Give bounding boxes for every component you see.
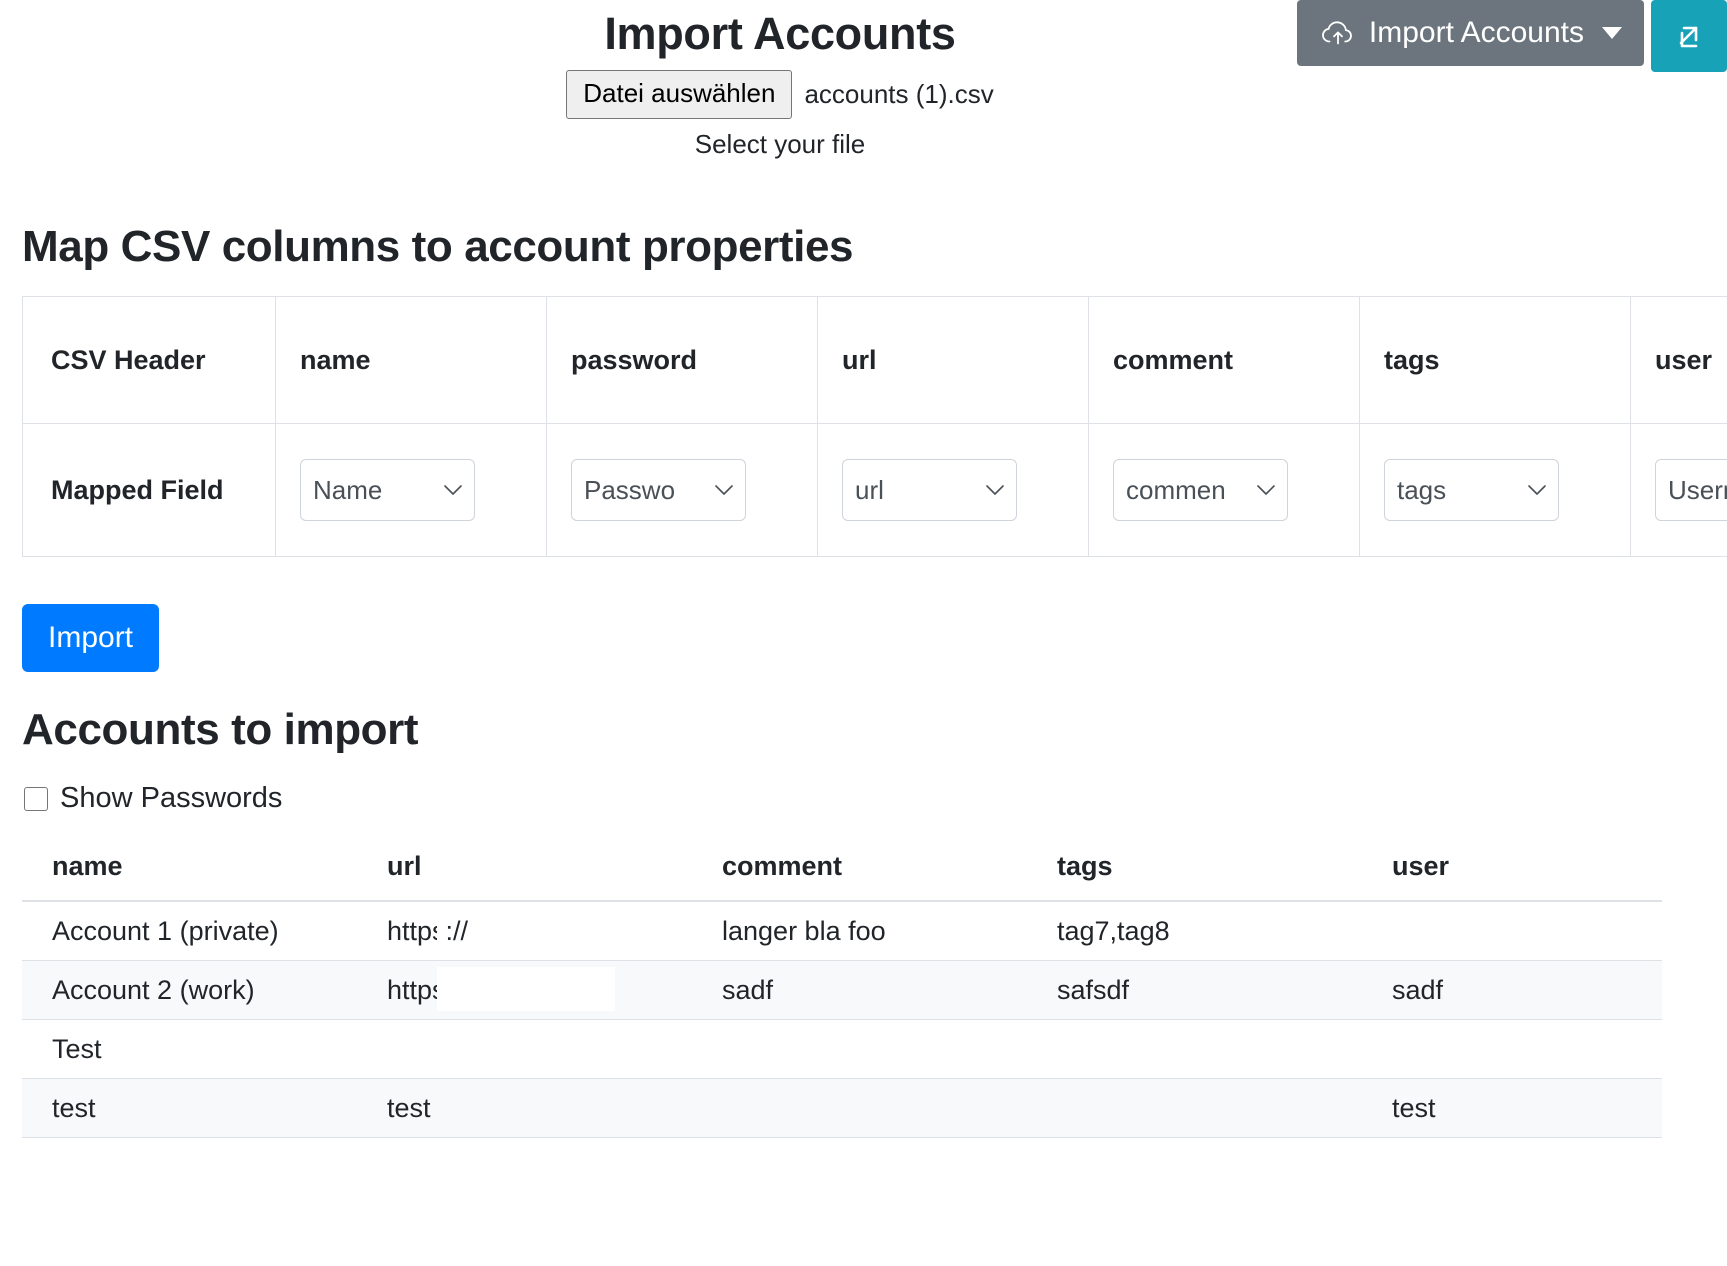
mapping-row-label-mapped-field: Mapped Field <box>22 423 276 557</box>
cell-tags: tag7,tag8 <box>1027 901 1362 961</box>
table-row: Account 2 (work) https:// sadf safsdf sa… <box>22 960 1662 1020</box>
import-accounts-dropdown-button[interactable]: Import Accounts <box>1296 0 1644 66</box>
cell-comment: sadf <box>692 960 1027 1020</box>
file-picker-row: Datei auswählen accounts (1).csv <box>0 70 1560 120</box>
select-file-hint: Select your file <box>694 129 866 160</box>
mapping-cell-name: Name <box>275 423 547 557</box>
cell-name: Account 2 (work) <box>22 960 357 1020</box>
external-link-icon <box>1669 15 1709 58</box>
cell-tags: safsdf <box>1027 960 1362 1020</box>
accounts-col-name: name <box>22 851 357 902</box>
url-redaction-overlay-row-1 <box>437 913 445 959</box>
accounts-table-container: name url comment tags user Account 1 (pr… <box>22 851 1727 1138</box>
chevron-down-icon <box>715 484 733 495</box>
mapped-field-select-user[interactable]: Userna <box>1655 459 1727 521</box>
mapping-row-label-csv-header: CSV Header <box>22 296 276 424</box>
chevron-down-icon <box>444 484 462 495</box>
top-action-bar: Import Accounts <box>1296 0 1727 72</box>
chevron-down-icon <box>1257 484 1275 495</box>
import-accounts-button-label: Import Accounts <box>1368 16 1584 49</box>
mapping-cell-url: url <box>817 423 1089 557</box>
cell-user: sadf <box>1362 960 1662 1020</box>
mapped-field-select-name[interactable]: Name <box>300 459 475 521</box>
mapped-field-value-user: Userna <box>1668 474 1727 505</box>
chevron-down-icon <box>1528 484 1546 495</box>
cell-user <box>1362 1019 1662 1079</box>
cell-user <box>1362 901 1662 961</box>
cell-user: test <box>1362 1078 1662 1138</box>
map-columns-heading: Map CSV columns to account properties <box>22 222 854 271</box>
mapping-table-container: CSV Header name password url comment tag… <box>22 296 1727 557</box>
mapping-cell-user: Userna <box>1630 423 1727 557</box>
url-redaction-overlay-row-2 <box>437 967 615 1011</box>
cell-url: test <box>357 1078 692 1138</box>
cell-name: test <box>22 1078 357 1138</box>
cell-comment <box>692 1019 1027 1079</box>
accounts-col-user: user <box>1362 851 1662 902</box>
accounts-to-import-heading: Accounts to import <box>22 705 419 754</box>
cell-comment <box>692 1078 1027 1138</box>
table-row: Account 1 (private) https:// langer bla … <box>22 901 1662 961</box>
mapping-cell-tags: tags <box>1359 423 1631 557</box>
cell-comment: langer bla foo <box>692 901 1027 961</box>
cloud-upload-icon <box>1321 20 1355 46</box>
mapping-cell-comment: commen <box>1088 423 1360 557</box>
open-in-new-window-button[interactable] <box>1651 0 1727 72</box>
mapped-field-select-comment[interactable]: commen <box>1113 459 1288 521</box>
mapped-field-value-tags: tags <box>1397 474 1447 505</box>
mapped-field-select-password[interactable]: Passwo <box>571 459 746 521</box>
show-passwords-checkbox[interactable] <box>24 786 48 811</box>
mapped-field-value-name: Name <box>313 474 383 505</box>
cell-url <box>357 1019 692 1079</box>
cell-tags <box>1027 1019 1362 1079</box>
mapped-field-value-url: url <box>855 474 884 505</box>
cell-url: https:// <box>357 901 692 961</box>
chevron-down-icon <box>986 484 1004 495</box>
accounts-table: name url comment tags user Account 1 (pr… <box>22 851 1662 1138</box>
selected-file-name: accounts (1).csv <box>804 79 994 110</box>
import-button[interactable]: Import <box>22 604 160 672</box>
choose-file-button[interactable]: Datei auswählen <box>566 70 793 120</box>
caret-down-icon <box>1602 27 1622 39</box>
cell-tags <box>1027 1078 1362 1138</box>
csv-header-name: name <box>275 296 547 424</box>
csv-header-comment: comment <box>1088 296 1360 424</box>
mapping-header-row: CSV Header name password url comment tag… <box>22 296 1727 424</box>
mapped-field-value-password: Passwo <box>584 474 676 505</box>
csv-header-tags: tags <box>1359 296 1631 424</box>
csv-header-user: user <box>1630 296 1727 424</box>
accounts-header-row: name url comment tags user <box>22 851 1662 902</box>
mapped-field-select-url[interactable]: url <box>842 459 1017 521</box>
mapped-field-value-comment: commen <box>1126 474 1226 505</box>
csv-header-password: password <box>546 296 818 424</box>
cell-name: Test <box>22 1019 357 1079</box>
table-row: test test test <box>22 1078 1662 1138</box>
mapping-table: CSV Header name password url comment tag… <box>22 296 1727 557</box>
mapping-cell-password: Passwo <box>546 423 818 557</box>
mapped-field-select-tags[interactable]: tags <box>1384 459 1559 521</box>
show-passwords-label: Show Passwords <box>60 782 283 814</box>
accounts-col-tags: tags <box>1027 851 1362 902</box>
show-passwords-row: Show Passwords <box>24 782 282 815</box>
mapping-field-row: Mapped Field Name Passwo url commen tags… <box>22 423 1727 557</box>
csv-header-url: url <box>817 296 1089 424</box>
cell-name: Account 1 (private) <box>22 901 357 961</box>
accounts-col-url: url <box>357 851 692 902</box>
accounts-col-comment: comment <box>692 851 1027 902</box>
table-row: Test <box>22 1019 1662 1079</box>
